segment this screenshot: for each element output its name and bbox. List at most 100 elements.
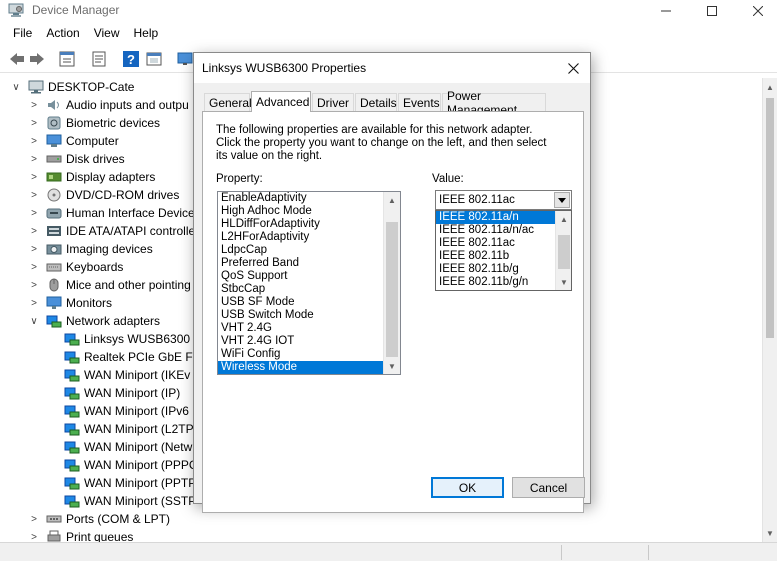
title-bar[interactable]: Device Manager <box>0 0 777 22</box>
menu-action[interactable]: Action <box>39 24 86 44</box>
monitor-icon[interactable] <box>176 50 194 68</box>
tree-item-disk[interactable]: > Disk drives <box>28 150 125 168</box>
tab-driver[interactable]: Driver <box>312 93 354 111</box>
value-option[interactable]: IEEE 802.11b <box>436 250 556 263</box>
property-item[interactable]: LdpcCap <box>218 244 384 257</box>
property-item[interactable]: USB Switch Mode <box>218 309 384 322</box>
menu-help[interactable]: Help <box>127 24 166 44</box>
back-arrow-icon[interactable] <box>8 50 26 68</box>
tree-child-adapter[interactable]: WAN Miniport (L2TP <box>64 420 194 438</box>
menu-view[interactable]: View <box>87 24 127 44</box>
chevron-right-icon[interactable]: > <box>28 225 40 237</box>
property-item[interactable]: Preferred Band <box>218 257 384 270</box>
property-item[interactable]: HLDiffForAdaptivity <box>218 218 384 231</box>
tree-item-ide[interactable]: > IDE ATA/ATAPI controlle <box>28 222 195 240</box>
tree-item-biometric[interactable]: > Biometric devices <box>28 114 160 132</box>
chevron-right-icon[interactable]: > <box>28 531 40 543</box>
value-option[interactable]: IEEE 802.11a/n/ac <box>436 224 556 237</box>
tree-child-adapter[interactable]: WAN Miniport (IKEv <box>64 366 190 384</box>
value-combobox[interactable]: IEEE 802.11ac <box>435 190 572 210</box>
chevron-right-icon[interactable]: > <box>28 153 40 165</box>
tab-power-management[interactable]: Power Management <box>442 89 546 117</box>
dialog-title-bar[interactable]: Linksys WUSB6300 Properties <box>194 53 590 83</box>
menu-file[interactable]: File <box>6 24 39 44</box>
chevron-down-icon[interactable]: ∨ <box>10 81 22 93</box>
property-item[interactable]: VHT 2.4G IOT <box>218 335 384 348</box>
chevron-right-icon[interactable]: > <box>28 117 40 129</box>
chevron-right-icon[interactable]: > <box>28 189 40 201</box>
chevron-right-icon[interactable]: > <box>28 99 40 111</box>
scroll-thumb[interactable] <box>386 222 398 357</box>
chevron-right-icon[interactable]: > <box>28 261 40 273</box>
chevron-right-icon[interactable]: > <box>28 243 40 255</box>
chevron-right-icon[interactable]: > <box>28 171 40 183</box>
value-dropdown-list[interactable]: IEEE 802.11a/n IEEE 802.11a/n/ac IEEE 80… <box>435 210 572 291</box>
tree-item-network-adapters[interactable]: ∨ Network adapters <box>28 312 160 330</box>
scroll-down-icon[interactable]: ▼ <box>763 526 777 540</box>
tree-child-adapter[interactable]: WAN Miniport (SSTP <box>64 492 196 510</box>
tree-item-keyboards[interactable]: > Keyboards <box>28 258 123 276</box>
tree-child-adapter[interactable]: WAN Miniport (Netw <box>64 438 192 456</box>
scroll-thumb[interactable] <box>558 235 570 269</box>
property-item[interactable]: L2HForAdaptivity <box>218 231 384 244</box>
chevron-right-icon[interactable]: > <box>28 135 40 147</box>
combo-dropdown-button[interactable] <box>554 192 570 208</box>
tree-item-mice[interactable]: > Mice and other pointing <box>28 276 191 294</box>
tree-item-audio[interactable]: > Audio inputs and outpu <box>28 96 189 114</box>
close-window-button[interactable] <box>735 0 777 22</box>
value-option[interactable]: IEEE 802.11b/g/n <box>436 276 556 289</box>
chevron-right-icon[interactable]: > <box>28 513 40 525</box>
forward-arrow-icon[interactable] <box>28 50 46 68</box>
show-hidden-icon[interactable] <box>58 50 76 68</box>
tree-child-adapter[interactable]: WAN Miniport (PPPC <box>64 456 198 474</box>
tab-details[interactable]: Details <box>355 93 397 111</box>
chevron-right-icon[interactable]: > <box>28 279 40 291</box>
property-scrollbar[interactable]: ▲ ▼ <box>383 192 400 374</box>
help-icon[interactable]: ? <box>122 50 140 68</box>
property-item[interactable]: High Adhoc Mode <box>218 205 384 218</box>
ok-button[interactable]: OK <box>431 477 504 498</box>
property-item[interactable]: WiFi Config <box>218 348 384 361</box>
property-item[interactable]: StbcCap <box>218 283 384 296</box>
tree-item-computer[interactable]: > Computer <box>28 132 119 150</box>
property-item[interactable]: QoS Support <box>218 270 384 283</box>
chevron-right-icon[interactable]: > <box>28 207 40 219</box>
property-item[interactable]: USB SF Mode <box>218 296 384 309</box>
tree-child-adapter[interactable]: Linksys WUSB6300 <box>64 330 190 348</box>
tree-child-adapter[interactable]: WAN Miniport (PPTP <box>64 474 196 492</box>
value-option[interactable]: IEEE 802.11ac <box>436 237 556 250</box>
tree-item-monitors[interactable]: > Monitors <box>28 294 112 312</box>
tree-root[interactable]: ∨ DESKTOP-Cate <box>10 78 134 96</box>
tree-item-hid[interactable]: > Human Interface Device <box>28 204 195 222</box>
tree-item-print-queues[interactable]: > Print queues <box>28 528 133 542</box>
tree-item-dvd[interactable]: > DVD/CD-ROM drives <box>28 186 179 204</box>
tree-item-display-adapters[interactable]: > Display adapters <box>28 168 155 186</box>
dialog-close-button[interactable] <box>558 53 588 83</box>
property-listbox[interactable]: EnableAdaptivity High Adhoc Mode HLDiffF… <box>217 191 401 375</box>
tree-child-adapter[interactable]: Realtek PCIe GbE Far <box>64 348 203 366</box>
scroll-up-icon[interactable]: ▲ <box>384 192 400 208</box>
chevron-down-icon[interactable]: ∨ <box>28 315 40 327</box>
tree-item-ports[interactable]: > Ports (COM & LPT) <box>28 510 170 528</box>
scroll-down-icon[interactable]: ▼ <box>384 358 400 374</box>
value-option-highlighted[interactable]: IEEE 802.11a/n <box>436 211 556 224</box>
property-item-selected[interactable]: Wireless Mode <box>218 361 384 374</box>
tree-child-adapter[interactable]: WAN Miniport (IP) <box>64 384 180 402</box>
property-item[interactable]: VHT 2.4G <box>218 322 384 335</box>
scroll-up-icon[interactable]: ▲ <box>556 211 571 227</box>
property-item[interactable]: EnableAdaptivity <box>218 192 384 205</box>
value-option[interactable]: IEEE 802.11b/g <box>436 263 556 276</box>
cancel-button[interactable]: Cancel <box>512 477 585 498</box>
tab-general[interactable]: General <box>204 93 252 111</box>
maximize-button[interactable] <box>689 0 735 22</box>
tab-advanced[interactable]: Advanced <box>251 91 311 112</box>
scroll-down-icon[interactable]: ▼ <box>556 274 571 290</box>
scroll-thumb[interactable] <box>766 98 774 338</box>
properties-icon[interactable] <box>90 50 108 68</box>
chevron-right-icon[interactable]: > <box>28 297 40 309</box>
update-driver-icon[interactable] <box>145 50 163 68</box>
value-scrollbar[interactable]: ▲ ▼ <box>555 211 571 290</box>
scroll-up-icon[interactable]: ▲ <box>763 80 777 94</box>
tree-scrollbar[interactable]: ▲ ▼ <box>762 78 777 542</box>
minimize-button[interactable] <box>643 0 689 22</box>
